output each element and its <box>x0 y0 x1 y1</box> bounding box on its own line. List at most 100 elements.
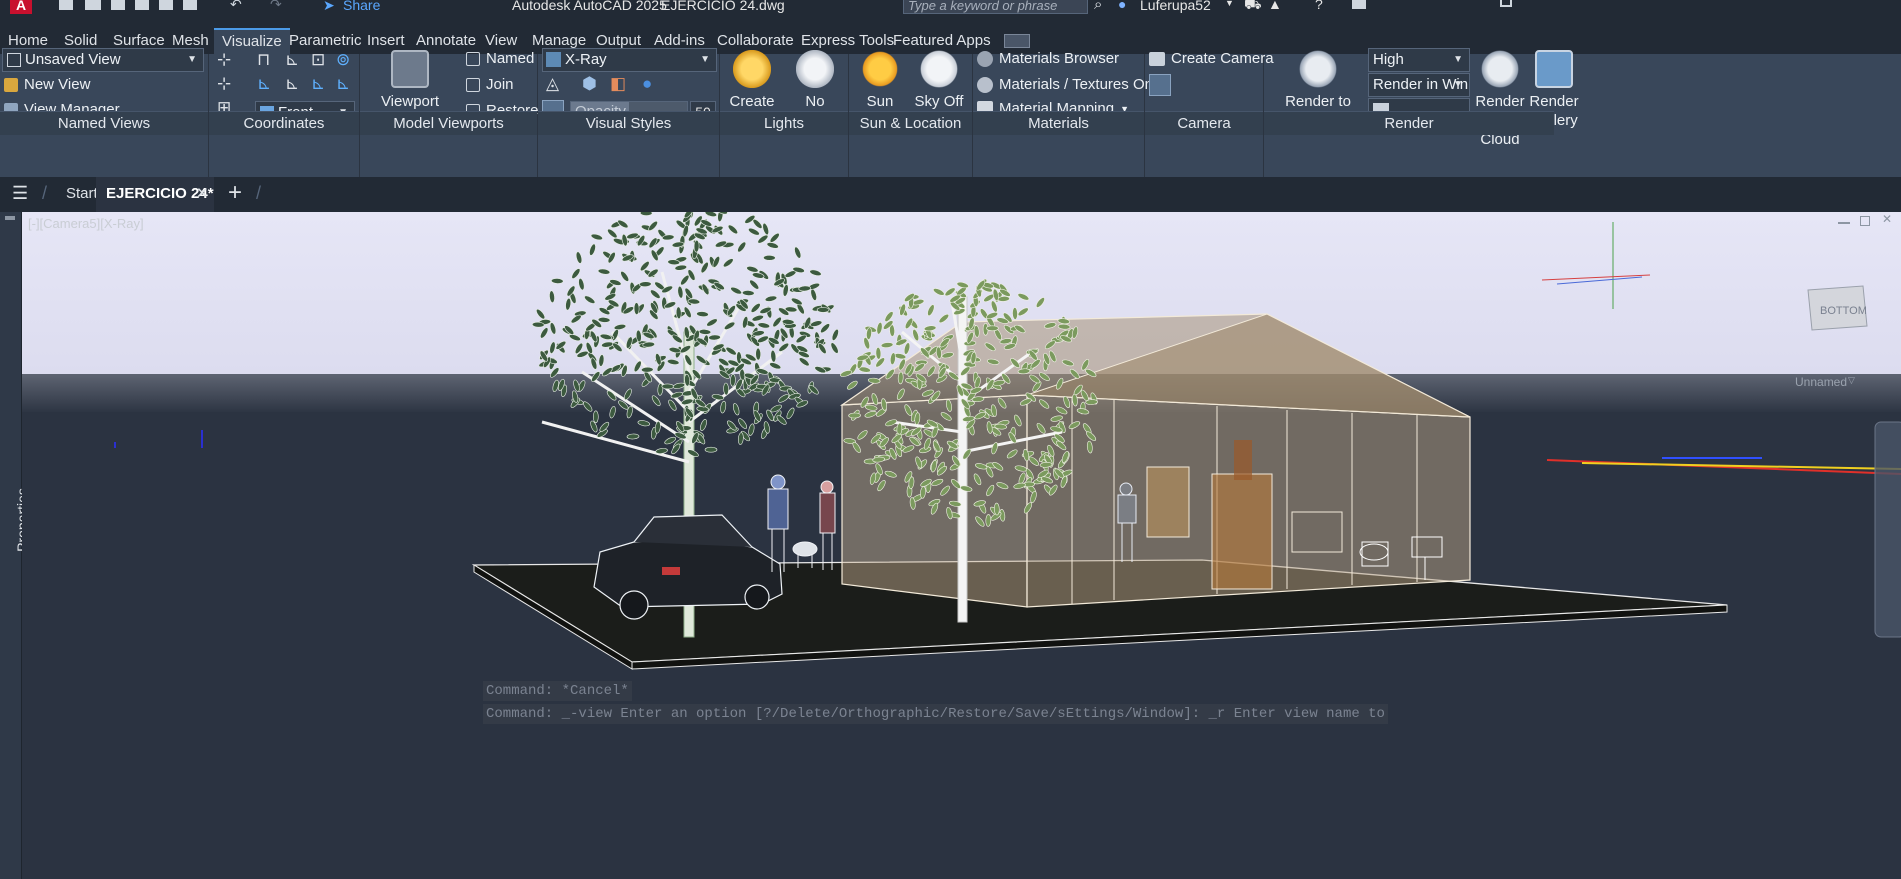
render-quality-value: High <box>1373 51 1404 68</box>
title-bar: A ↶ ↷ ➤ Share Autodesk AutoCAD 2025 EJER… <box>0 0 1901 14</box>
show-cameras-icon[interactable] <box>1149 74 1171 96</box>
render-quality-dropdown[interactable]: High ▼ <box>1368 48 1470 72</box>
lines-icon[interactable]: ◧ <box>610 74 626 94</box>
leaf <box>661 383 675 390</box>
cart-icon[interactable]: ⛟ <box>1244 0 1262 15</box>
leaf <box>723 382 729 396</box>
viewport-restore-icon[interactable] <box>1860 216 1870 226</box>
unnamed-ucs-label[interactable]: Unnamed <box>1795 375 1847 389</box>
panel-coordinates: ⊹ ⊓ ⊾ ⊡ ⊚ ⊹ ⊾ ⊾ ⊾ ⊾ ⊞ Front ▼ Coordinate… <box>209 50 360 177</box>
document-tab-bar: ☰ / Start EJERCICIO 24* ✕ + / <box>0 177 1901 212</box>
redo-icon[interactable]: ↷ <box>270 0 282 13</box>
open-file-icon[interactable] <box>85 0 101 10</box>
palette-grip-icon[interactable] <box>5 216 15 220</box>
leaf <box>875 347 882 360</box>
window-restore-icon[interactable] <box>1500 0 1512 7</box>
close-tab-icon[interactable]: ✕ <box>196 184 209 202</box>
create-camera-button[interactable]: Create Camera <box>1149 50 1274 67</box>
chevron-down-icon: ▼ <box>1453 79 1463 90</box>
model-space-canvas[interactable]: BOTTOM <box>22 212 1901 879</box>
leaf <box>763 254 776 261</box>
materials-textures-button[interactable]: Materials / Textures On ▼ <box>977 76 1168 93</box>
autodesk-icon[interactable]: ▲ <box>1268 0 1282 12</box>
help-icon[interactable]: ? <box>1315 0 1323 12</box>
xray-icon <box>546 52 561 67</box>
properties-palette-strip[interactable]: Properties <box>0 212 30 879</box>
viewport-minimize-icon[interactable] <box>1838 222 1850 224</box>
viewport-configuration-icon <box>391 50 429 88</box>
save-as-icon[interactable] <box>135 0 149 10</box>
render-target-dropdown[interactable]: Render in Win... ▼ <box>1368 73 1470 97</box>
view-icon <box>7 53 21 67</box>
chevron-down-icon[interactable]: ▽ <box>1848 375 1855 386</box>
chevron-down-icon: ▼ <box>700 54 710 65</box>
viewport-controls-label[interactable]: [-][Camera5][X-Ray] <box>28 216 144 231</box>
material-sphere-icon[interactable]: ● <box>642 74 652 94</box>
named-viewports-icon <box>466 51 480 66</box>
ucs-object-icon[interactable]: ⊚ <box>336 50 350 70</box>
edge-effects-icon[interactable]: ◬ <box>546 74 559 94</box>
ucs-world-icon[interactable]: ⊓ <box>257 50 270 70</box>
ribbon-display-toggle-icon[interactable] <box>1004 34 1030 48</box>
leaf <box>1012 307 1018 320</box>
ucs-3point-icon[interactable]: ⊾ <box>336 74 350 94</box>
ucs-face-icon[interactable]: ⊡ <box>311 50 325 70</box>
panel-title-materials: Materials <box>973 111 1144 135</box>
leaf <box>730 374 736 387</box>
new-view-button[interactable]: New View <box>4 76 90 93</box>
start-tab[interactable]: Start <box>66 185 98 202</box>
camera-icon <box>1149 51 1165 66</box>
create-camera-label: Create Camera <box>1171 50 1274 67</box>
panel-title-model-viewports: Model Viewports <box>360 111 537 135</box>
ucs-origin-icon[interactable]: ⊹ <box>217 74 231 94</box>
leaf <box>848 412 861 419</box>
leaf <box>639 281 652 288</box>
viewcube-face-label[interactable]: BOTTOM <box>1820 305 1867 317</box>
ucs-x-icon[interactable]: ⊾ <box>257 74 271 94</box>
named-view-dropdown[interactable]: Unsaved View ▼ <box>2 48 204 72</box>
menu-icon[interactable]: ☰ <box>12 183 28 204</box>
autocad-logo-icon[interactable]: A <box>10 0 32 14</box>
share-icon[interactable]: ➤ <box>323 0 335 14</box>
viewcube[interactable]: BOTTOM <box>1807 285 1868 331</box>
search-icon[interactable]: ⌕ <box>1094 0 1102 13</box>
sun-icon <box>861 50 899 88</box>
join-viewports-button[interactable]: Join <box>466 76 514 93</box>
ucs-icon[interactable]: ⊹ <box>217 50 231 70</box>
no-shadows-icon <box>796 50 834 88</box>
navigation-bar[interactable] <box>1874 421 1901 638</box>
materials-browser-label: Materials Browser <box>999 50 1120 67</box>
materials-browser-button[interactable]: Materials Browser <box>977 50 1119 67</box>
viewport-close-icon[interactable]: ✕ <box>1882 212 1892 226</box>
drawing-viewport[interactable]: BOTTOM [-][Camera5][X-Ray] Unnamed ▽ ✕ C… <box>22 212 1901 879</box>
leaf <box>693 239 700 253</box>
ribbon-tab-bar: Home Solid Surface Mesh Visualize Parame… <box>0 14 1901 54</box>
open-web-icon[interactable] <box>159 0 173 10</box>
save-icon[interactable] <box>111 0 125 10</box>
minimize-ribbon-icon[interactable] <box>1352 0 1366 9</box>
user-chevron-down-icon[interactable]: ▼ <box>1225 0 1234 8</box>
sky-off-button[interactable]: Sky Off <box>909 50 969 111</box>
undo-icon[interactable]: ↶ <box>230 0 242 13</box>
leaf <box>551 278 564 284</box>
new-tab-icon[interactable]: + <box>228 179 242 207</box>
named-viewports-button[interactable]: Named <box>466 50 534 67</box>
user-name[interactable]: Luferupa52 <box>1140 0 1211 13</box>
ucs-z-icon[interactable]: ⊾ <box>311 74 325 94</box>
command-history-line: Command: *Cancel* <box>483 681 632 701</box>
panel-visual-styles: X-Ray ▼ ◬ ⬢ ◧ ● Opacity 50 Visual Styles <box>538 48 720 177</box>
document-tab-active[interactable]: EJERCICIO 24* ✕ <box>96 177 214 212</box>
user-icon[interactable]: ● <box>1118 0 1126 12</box>
new-view-icon <box>4 77 18 92</box>
ucs-y-icon[interactable]: ⊾ <box>285 74 299 94</box>
panel-lights: Create Light No Shadows Lights <box>720 50 849 177</box>
plot-icon[interactable] <box>183 0 197 10</box>
shadow-icon[interactable]: ⬢ <box>582 74 597 94</box>
share-button[interactable]: Share <box>343 0 380 13</box>
leaf <box>755 347 762 361</box>
search-box[interactable]: Type a keyword or phrase <box>903 0 1088 14</box>
new-file-icon[interactable] <box>59 0 73 10</box>
search-input[interactable]: Type a keyword or phrase <box>908 0 1057 13</box>
visual-style-dropdown[interactable]: X-Ray ▼ <box>542 48 717 72</box>
ucs-previous-icon[interactable]: ⊾ <box>285 50 299 70</box>
